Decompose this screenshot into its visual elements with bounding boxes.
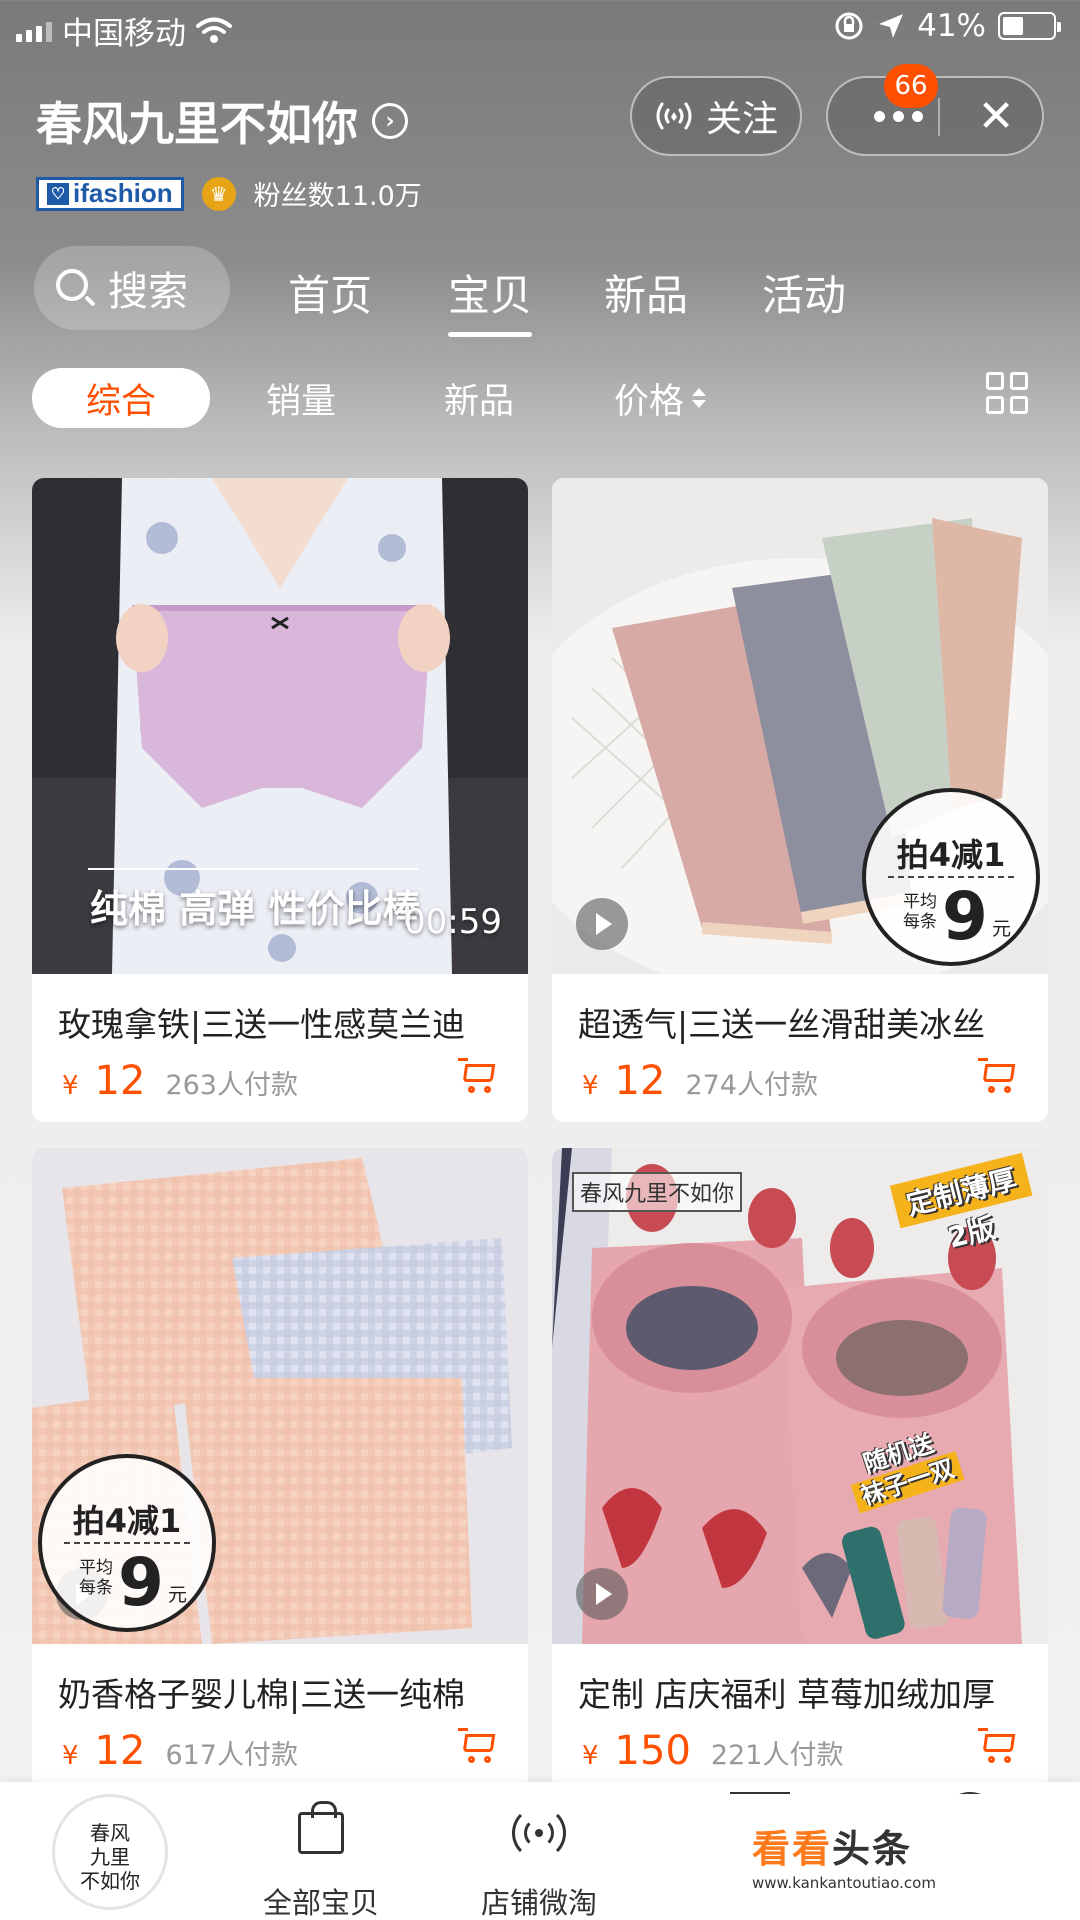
product-card[interactable]: 纯棉 高弹 性价比棒 00:59 玫瑰拿铁|三送一性感莫兰迪 ¥ 12 263人… xyxy=(32,478,528,1122)
sort-new[interactable]: 新品 xyxy=(424,368,534,428)
ifashion-logo: ♡ ifashion xyxy=(36,176,184,211)
video-caption: 纯棉 高弹 性价比棒 xyxy=(90,887,421,931)
cart-icon[interactable] xyxy=(978,1726,1020,1766)
tab-items[interactable]: 宝贝 xyxy=(448,262,533,337)
promo-badge: 拍4减1 平均每条 9 元 xyxy=(38,1454,216,1632)
shopping-bag-icon xyxy=(298,1801,344,1854)
wifi-icon xyxy=(196,17,232,43)
rotation-lock-icon xyxy=(835,12,863,40)
tab-activity[interactable]: 活动 xyxy=(762,262,846,323)
price-row: ¥ 12 263人付款 xyxy=(62,1058,298,1104)
search-label: 搜索 xyxy=(108,269,188,315)
bottom-nav-weitao[interactable]: 店铺微淘 xyxy=(454,1800,624,1920)
product-name: 玫瑰拿铁|三送一性感莫兰迪 xyxy=(58,1005,466,1044)
broadcast-icon xyxy=(656,102,692,130)
sold-count: 221人付款 xyxy=(710,1740,844,1771)
cart-icon[interactable] xyxy=(458,1726,500,1766)
product-name: 奶香格子婴儿棉|三送一纯棉 xyxy=(58,1675,466,1714)
tab-home[interactable]: 首页 xyxy=(288,262,372,323)
play-icon[interactable] xyxy=(576,898,628,950)
search-button[interactable]: 搜索 xyxy=(34,246,230,330)
sort-composite[interactable]: 综合 xyxy=(32,368,210,428)
shop-watermark-tag: 春风九里不如你 xyxy=(572,1172,743,1212)
tab-new[interactable]: 新品 xyxy=(604,262,688,323)
signal-icon xyxy=(16,20,52,42)
price-row: ¥ 150 221人付款 xyxy=(582,1728,844,1774)
grid-view-icon[interactable] xyxy=(986,372,1028,414)
product-card[interactable]: 拍4减1 平均每条 9 元 奶香格子婴儿棉|三送一纯棉 ¥ 12 617人付款 xyxy=(32,1148,528,1792)
shop-meta-row: ♡ ifashion ♛ 粉丝数11.0万 xyxy=(36,174,422,213)
sort-sales[interactable]: 销量 xyxy=(246,368,356,428)
carrier-label: 中国移动 xyxy=(62,16,186,52)
battery-icon xyxy=(998,12,1061,40)
product-price: 12 xyxy=(614,1058,666,1104)
sold-count: 274人付款 xyxy=(685,1070,818,1101)
sold-count: 263人付款 xyxy=(165,1070,298,1101)
price-row: ¥ 12 617人付款 xyxy=(62,1728,298,1774)
crown-icon: ♛ xyxy=(201,176,236,211)
watermark-url: www.kankantoutiao.com xyxy=(752,1874,936,1892)
battery-fill xyxy=(1003,17,1023,35)
product-price: 12 xyxy=(94,1058,146,1104)
sort-price-label: 价格 xyxy=(613,381,684,422)
fans-count: 粉丝数11.0万 xyxy=(253,181,422,212)
kankan-watermark: 看看头条 www.kankantoutiao.com xyxy=(634,1794,1070,1910)
watermark-brand: 看看头条 xyxy=(752,1827,913,1871)
cart-icon[interactable] xyxy=(458,1056,500,1096)
close-button[interactable]: ✕ xyxy=(958,78,1034,154)
promo-badge: 拍4减1 平均每条 9 元 xyxy=(862,788,1040,966)
product-name: 超透气|三送一丝滑甜美冰丝 xyxy=(578,1005,986,1044)
shop-title[interactable]: 春风九里不如你 › xyxy=(36,88,408,154)
follow-label: 关注 xyxy=(705,99,778,140)
video-duration: 00:59 xyxy=(404,902,502,942)
caption-line xyxy=(88,868,418,870)
capsule-divider xyxy=(938,98,940,136)
play-icon[interactable] xyxy=(576,1568,628,1620)
cart-icon[interactable] xyxy=(978,1056,1020,1096)
sort-price[interactable]: 价格 xyxy=(600,368,720,428)
product-name: 定制 店庆福利 草莓加绒加厚 xyxy=(578,1675,995,1714)
more-dots-icon xyxy=(873,110,885,122)
close-icon: ✕ xyxy=(977,90,1015,142)
battery-percent: 41% xyxy=(917,8,986,44)
chevron-right-icon: › xyxy=(372,103,408,139)
message-badge: 66 xyxy=(884,64,938,108)
product-card[interactable]: 拍4减1 平均每条 9 元 超透气|三送一丝滑甜美冰丝 ¥ 12 274人付款 xyxy=(552,478,1048,1122)
product-price: 12 xyxy=(94,1728,146,1774)
product-card[interactable]: 春风九里不如你 定制薄厚 2版 随机送 袜子一双 定制 店庆福利 草莓加绒加厚 … xyxy=(552,1148,1048,1792)
status-bar: 中国移动 41% xyxy=(0,0,1080,56)
search-icon xyxy=(54,267,96,309)
price-row: ¥ 12 274人付款 xyxy=(582,1058,818,1104)
shop-name: 春风九里不如你 xyxy=(36,97,358,151)
shop-avatar[interactable]: 春风 九里 不如你 xyxy=(52,1794,168,1910)
location-icon xyxy=(879,14,904,38)
broadcast-icon xyxy=(512,1806,566,1860)
follow-button[interactable]: 关注 xyxy=(630,76,802,156)
sort-arrows-icon xyxy=(692,388,706,408)
bottom-nav-all-items[interactable]: 全部宝贝 xyxy=(236,1800,406,1920)
product-price: 150 xyxy=(614,1728,691,1774)
sold-count: 617人付款 xyxy=(165,1740,298,1771)
